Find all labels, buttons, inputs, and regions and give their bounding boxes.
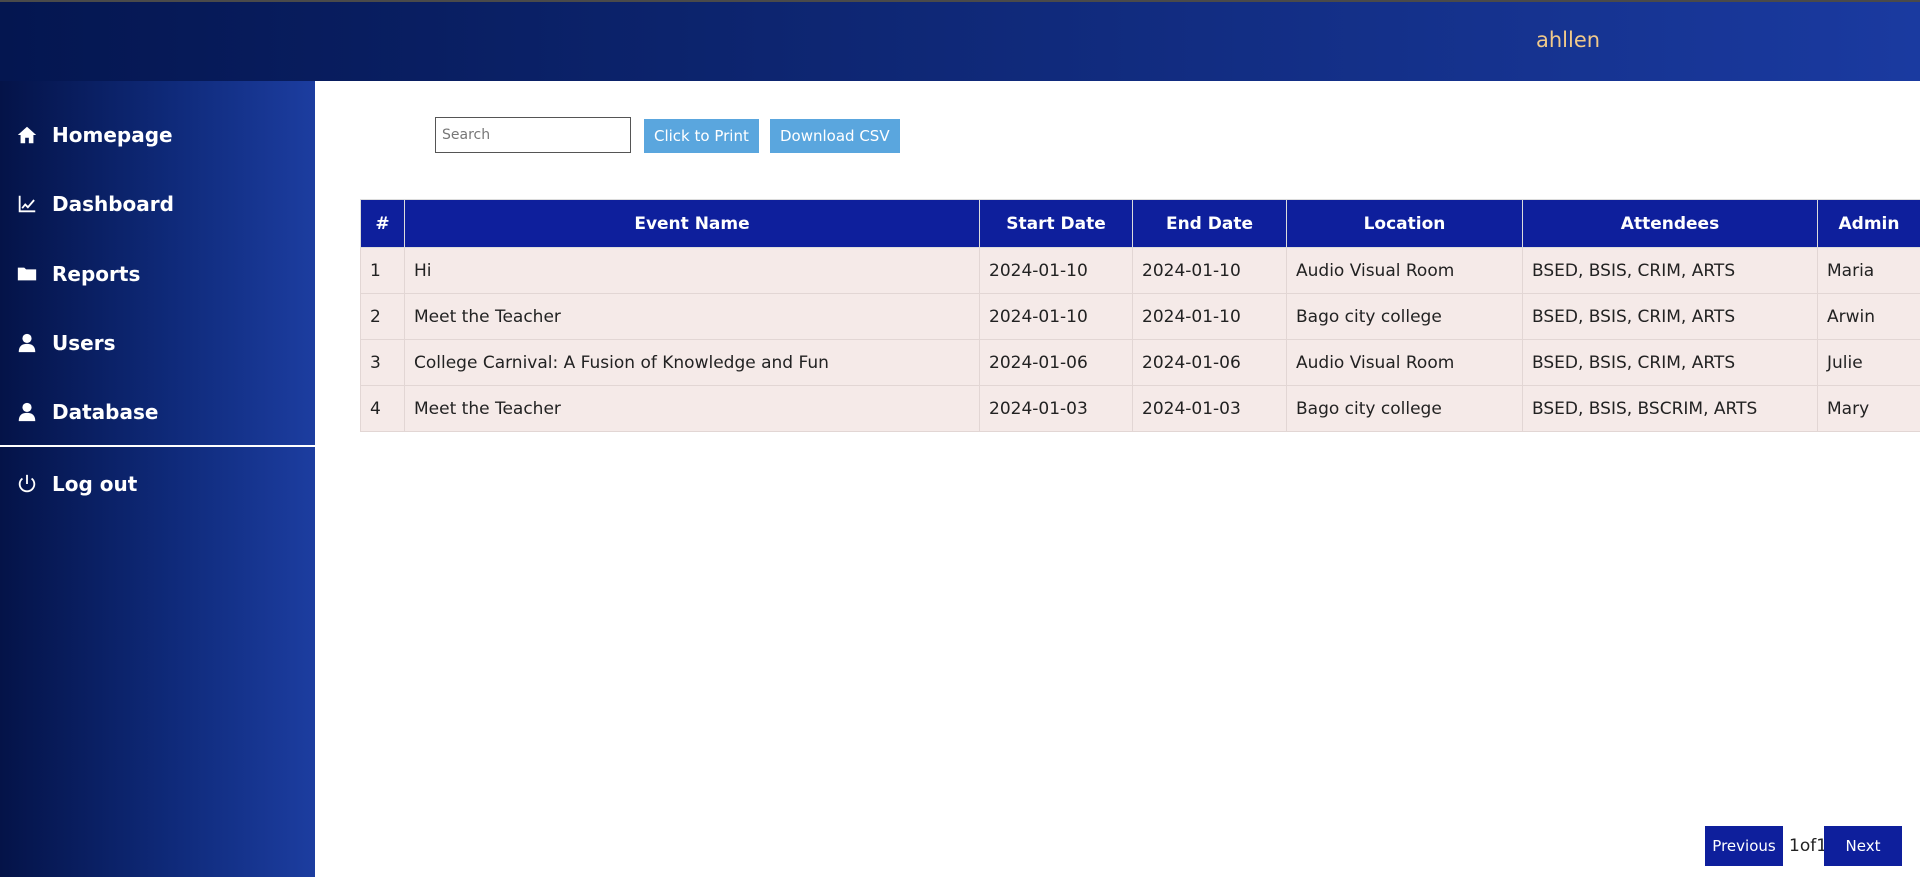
column-header[interactable]: Admin [1817,199,1920,248]
top-bar: ahllen [0,0,1920,81]
main-content: Click to Print Download CSV # Event Name… [315,81,1920,877]
search-input[interactable] [435,117,631,153]
table-cell: 2024-01-06 [1132,339,1287,386]
next-page-button[interactable]: Next [1824,826,1902,866]
column-header[interactable]: Location [1286,199,1523,248]
table-cell: 2024-01-10 [979,247,1133,294]
sidebar-item-logout[interactable]: Log out [16,464,137,504]
table-header-row: # Event Name Start Date End Date Locatio… [360,199,1920,248]
column-header[interactable]: # [360,199,405,248]
table-cell: Julie [1817,339,1920,386]
table-cell: Mary [1817,385,1920,432]
table-cell: 2 [360,293,405,340]
column-header[interactable]: Start Date [979,199,1133,248]
sidebar-item-label: Homepage [52,123,173,147]
table-cell: BSED, BSIS, BSCRIM, ARTS [1522,385,1818,432]
table-cell: Bago city college [1286,385,1523,432]
power-icon [16,473,38,495]
table-cell: Meet the Teacher [404,385,980,432]
username-label[interactable]: ahllen [1536,28,1600,52]
table-row[interactable]: 3 College Carnival: A Fusion of Knowledg… [360,339,1920,386]
table-cell: 3 [360,339,405,386]
table-cell: College Carnival: A Fusion of Knowledge … [404,339,980,386]
table-cell: Bago city college [1286,293,1523,340]
column-header[interactable]: Attendees [1522,199,1818,248]
table-cell: 2024-01-10 [1132,293,1287,340]
events-table: # Event Name Start Date End Date Locatio… [360,199,1920,432]
table-cell: 4 [360,385,405,432]
download-csv-button[interactable]: Download CSV [770,119,900,153]
sidebar-item-homepage[interactable]: Homepage [16,115,173,155]
user-icon [16,332,38,354]
table-cell: Maria [1817,247,1920,294]
table-cell: 2024-01-03 [1132,385,1287,432]
table-cell: Arwin [1817,293,1920,340]
table-cell: Audio Visual Room [1286,247,1523,294]
sidebar-item-label: Dashboard [52,192,174,216]
table-cell: 2024-01-06 [979,339,1133,386]
table-cell: 2024-01-10 [1132,247,1287,294]
table-cell: BSED, BSIS, CRIM, ARTS [1522,247,1818,294]
home-icon [16,124,38,146]
sidebar-item-database[interactable]: Database [16,392,158,432]
sidebar-item-dashboard[interactable]: Dashboard [16,184,174,224]
table-row[interactable]: 4 Meet the Teacher 2024-01-03 2024-01-03… [360,385,1920,432]
table-cell: BSED, BSIS, CRIM, ARTS [1522,339,1818,386]
previous-page-button[interactable]: Previous [1705,826,1783,866]
table-cell: Audio Visual Room [1286,339,1523,386]
table-cell: Meet the Teacher [404,293,980,340]
table-row[interactable]: 1 Hi 2024-01-10 2024-01-10 Audio Visual … [360,247,1920,294]
sidebar: Homepage Dashboard Reports Users Databas… [0,81,315,877]
sidebar-item-reports[interactable]: Reports [16,254,140,294]
table-row[interactable]: 2 Meet the Teacher 2024-01-10 2024-01-10… [360,293,1920,340]
sidebar-item-label: Database [52,400,159,424]
page-count: 1of1 [1789,836,1828,856]
chart-line-icon [16,193,38,215]
sidebar-divider [0,445,315,447]
table-cell: 2024-01-03 [979,385,1133,432]
table-cell: BSED, BSIS, CRIM, ARTS [1522,293,1818,340]
column-header[interactable]: End Date [1132,199,1287,248]
sidebar-item-label: Log out [52,472,138,496]
table-cell: 1 [360,247,405,294]
sidebar-item-label: Users [52,331,116,355]
print-button[interactable]: Click to Print [644,119,759,153]
table-cell: Hi [404,247,980,294]
sidebar-item-label: Reports [52,262,141,286]
folder-icon [16,263,38,285]
user-icon [16,401,38,423]
table-cell: 2024-01-10 [979,293,1133,340]
sidebar-item-users[interactable]: Users [16,323,115,363]
column-header[interactable]: Event Name [404,199,980,248]
